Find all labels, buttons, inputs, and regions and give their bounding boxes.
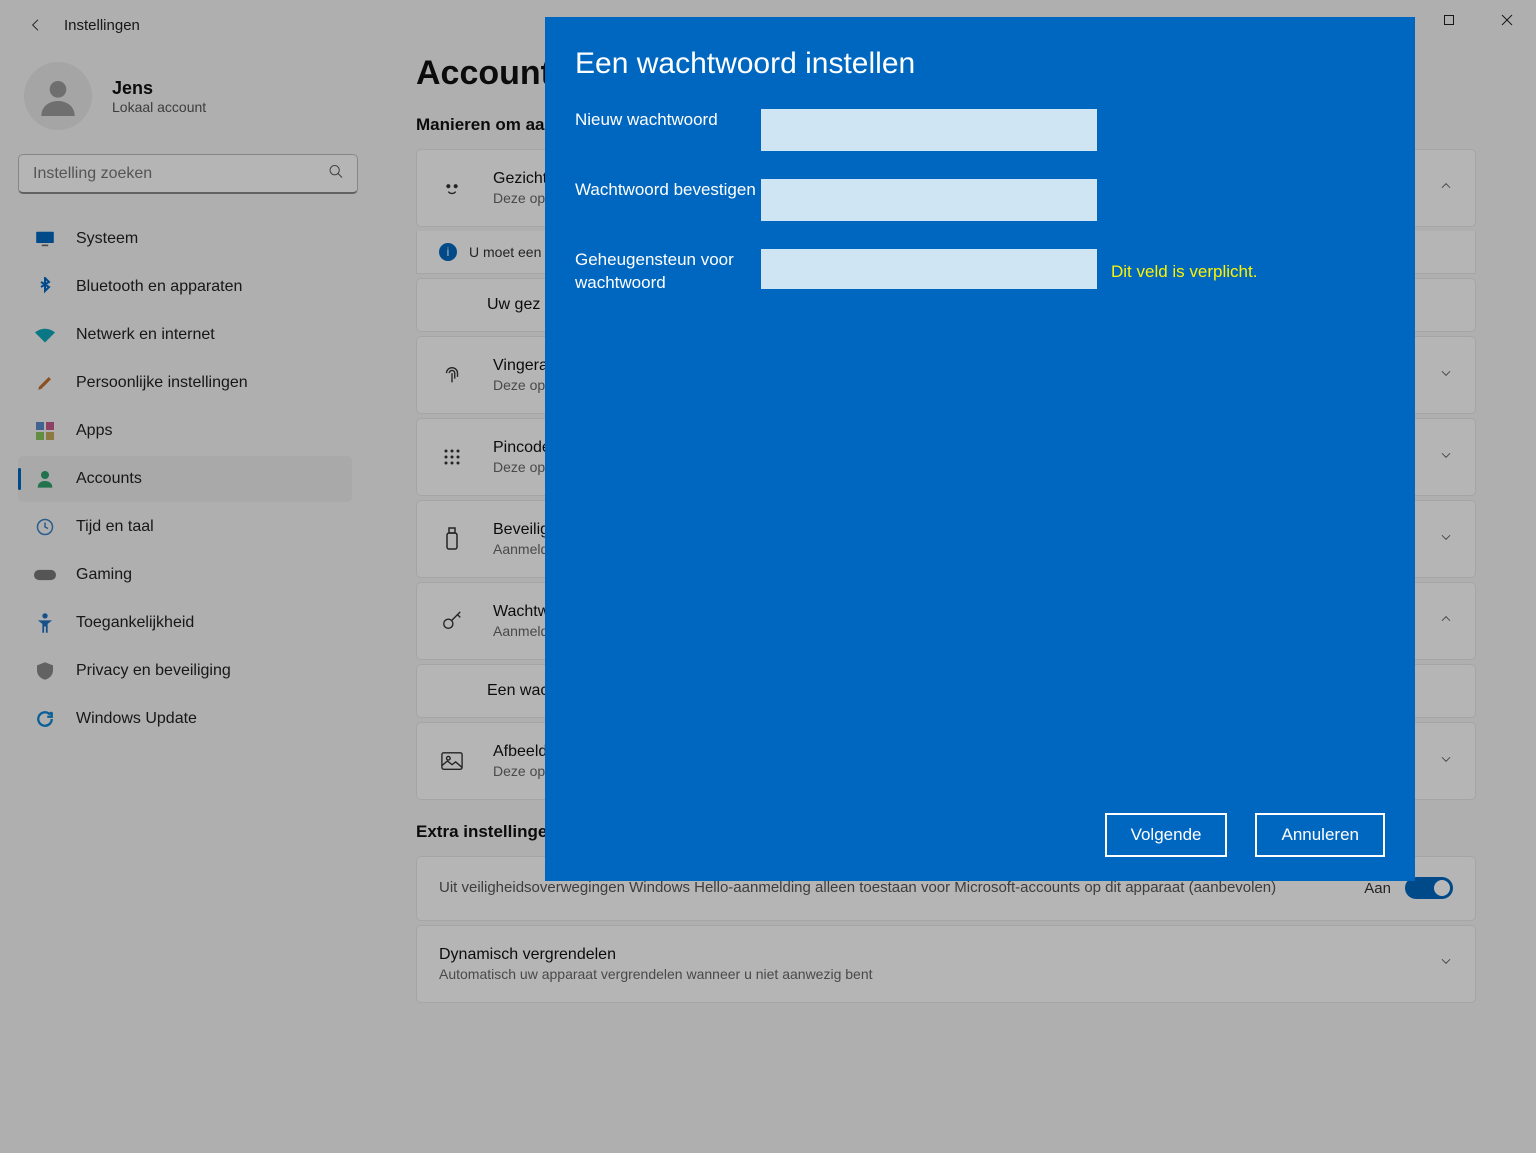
settings-window: Instellingen Jens Lokaal account: [0, 0, 1536, 1153]
confirm-password-label: Wachtwoord bevestigen: [575, 179, 761, 202]
new-password-label: Nieuw wachtwoord: [575, 109, 761, 132]
validation-message: Dit veld is verplicht.: [1111, 262, 1257, 282]
password-hint-input[interactable]: [761, 249, 1097, 289]
new-password-input[interactable]: [761, 109, 1097, 151]
next-button[interactable]: Volgende: [1105, 813, 1228, 857]
confirm-password-input[interactable]: [761, 179, 1097, 221]
dialog-title: Een wachtwoord instellen: [575, 47, 1385, 81]
cancel-button[interactable]: Annuleren: [1255, 813, 1385, 857]
password-dialog: Een wachtwoord instellen Nieuw wachtwoor…: [545, 17, 1415, 881]
hint-label: Geheugensteun voor wachtwoord: [575, 249, 761, 295]
